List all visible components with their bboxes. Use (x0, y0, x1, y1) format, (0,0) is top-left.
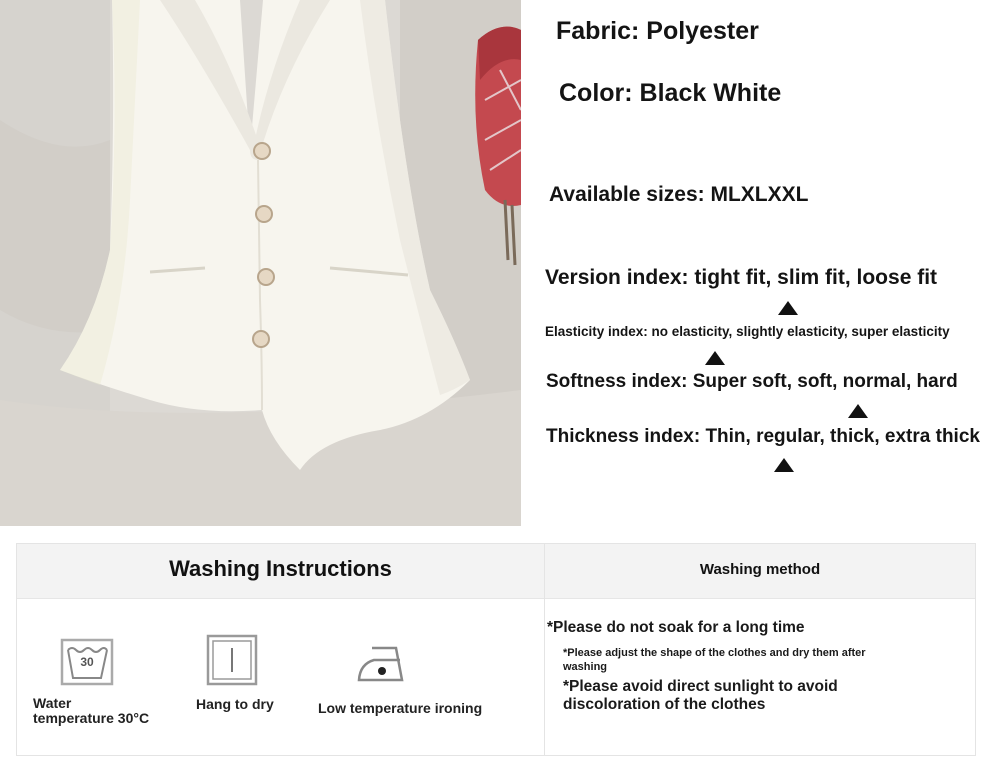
thickness-marker-icon (774, 458, 794, 472)
iron-low-icon (356, 644, 406, 691)
sizes-spec: Available sizes: MLXLXXL (549, 183, 809, 206)
thickness-index: Thickness index: Thin, regular, thick, e… (546, 426, 980, 447)
washing-instructions-title: Washing Instructions (169, 556, 392, 581)
hang-dry-icon (206, 634, 258, 691)
note-avoid-sun: *Please avoid direct sunlight to avoid d… (563, 678, 838, 713)
note-adjust-shape: *Please adjust the shape of the clothes … (563, 647, 866, 673)
washing-method-title: Washing method (699, 561, 821, 578)
wash-30-icon: 30 (60, 638, 114, 691)
wash-temp-text: 30 (80, 655, 94, 669)
version-marker-icon (778, 301, 798, 315)
version-index: Version index: tight fit, slim fit, loos… (545, 266, 938, 289)
elasticity-index: Elasticity index: no elasticity, slightl… (545, 324, 950, 339)
softness-marker-icon (848, 404, 868, 418)
wash-label-line2: temperature 30°C (33, 710, 150, 726)
softness-index: Softness index: Super soft, soft, normal… (546, 371, 958, 392)
note-no-soak: *Please do not soak for a long time (547, 619, 805, 636)
vest-illustration (0, 0, 521, 526)
color-spec: Color: Black White (559, 79, 782, 107)
elasticity-marker-icon (705, 351, 725, 365)
fabric-spec: Fabric: Polyester (556, 17, 759, 45)
product-photo (0, 0, 521, 526)
iron-label: Low temperature ironing (318, 700, 483, 716)
wash-label-line1: Water (33, 695, 72, 711)
hang-dry-label: Hang to dry (196, 696, 274, 712)
